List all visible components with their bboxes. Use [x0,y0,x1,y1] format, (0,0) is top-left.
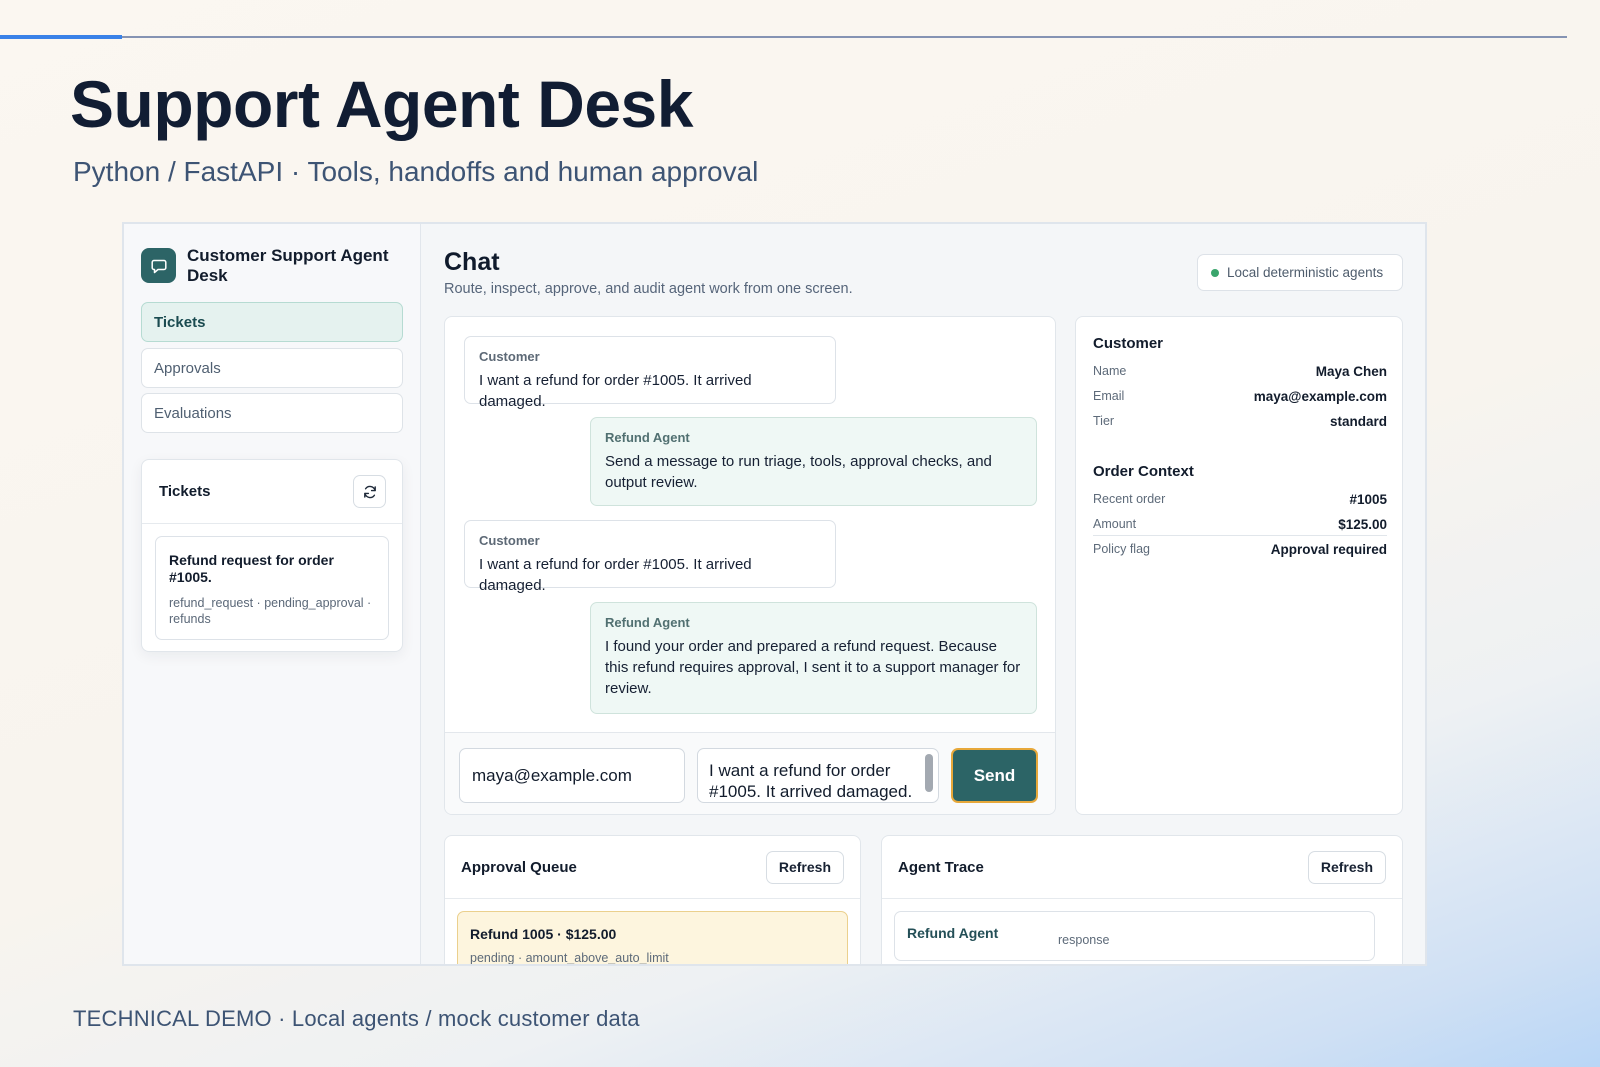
message-role: Refund Agent [605,615,690,630]
agent-trace-title: Agent Trace [898,858,984,876]
customer-panel: Customer Name Maya Chen Email maya@example… [1075,316,1403,815]
chat-composer: I want a refund for order #1005. It arri… [445,732,1055,814]
message-input-scrollbar[interactable] [925,754,933,792]
field-value: maya@example.com [1253,388,1387,404]
ticket-meta: refund_request · pending_approval · refu… [169,596,372,626]
order-section-title: Order Context [1093,463,1194,480]
message-text: I want a refund for order #1005. It arri… [479,556,752,594]
approval-item-meta: pending · amount_above_auto_limit [470,951,669,965]
approval-queue-title: Approval Queue [461,858,577,876]
field-value: Maya Chen [1315,363,1387,379]
approval-queue-panel: Approval Queue Refresh Refund 1005 · $12… [444,835,861,965]
agent-trace-header: Agent Trace Refresh [882,836,1402,899]
email-field[interactable] [459,748,685,803]
field-value: Approval required [1270,541,1387,557]
order-field-policy: Policy flag Approval required [1093,540,1387,558]
trace-refresh-button[interactable]: Refresh [1307,850,1386,884]
field-label: Tier [1093,414,1115,428]
chat-message-customer: Customer I want a refund for order #1005… [464,336,836,410]
approval-item-title: Refund 1005 · $125.00 [470,926,617,942]
customer-field-name: Name Maya Chen [1093,362,1387,380]
trace-agent: Refund Agent [907,925,999,941]
field-value: $125.00 [1338,516,1387,532]
divider [1093,535,1387,536]
message-text: I found your order and prepared a refund… [605,638,1021,697]
refresh-tickets-button[interactable] [353,475,386,508]
brand: Customer Support Agent Desk [141,246,402,286]
chat-message-agent: Refund Agent Send a message to run triag… [590,417,1037,506]
refresh-icon [363,485,376,498]
message-role: Customer [479,349,540,364]
field-value: #1005 [1349,491,1387,507]
field-label: Amount [1093,517,1137,531]
app-window: Customer Support Agent Desk Tickets Appr… [122,222,1427,966]
status-dot-icon [1211,268,1219,277]
top-rule-accent [0,35,122,39]
customer-field-email: Email maya@example.com [1093,387,1387,405]
nav-evaluations[interactable]: Evaluations [141,393,403,433]
nav-approvals[interactable]: Approvals [141,348,403,388]
brand-name: Customer Support Agent Desk [187,246,389,285]
trace-type: response [1058,933,1110,947]
customer-field-tier: Tier standard [1093,412,1387,430]
message-text: I want a refund for order #1005. It arri… [479,372,752,410]
ticket-item[interactable]: Refund request for order #1005. refund_r… [155,536,389,640]
message-input[interactable]: I want a refund for order #1005. It arri… [697,748,939,803]
chat-subtitle: Route, inspect, approve, and audit agent… [444,281,853,297]
approval-item[interactable]: Refund 1005 · $125.00 pending · amount_a… [457,911,848,965]
chat-message-agent: Refund Agent I found your order and prep… [590,602,1037,714]
slide-title: Support Agent Desk [70,67,693,141]
message-text: Send a message to run triage, tools, app… [605,453,992,491]
trace-item[interactable]: Refund Agent response [894,911,1375,961]
sidebar: Customer Support Agent Desk Tickets Appr… [124,224,421,964]
order-field-amount: Amount $125.00 [1093,515,1387,533]
tickets-card: Tickets Refund request for order #1005. … [141,459,403,652]
order-field-recent: Recent order #1005 [1093,490,1387,508]
send-button[interactable]: Send [951,748,1038,803]
chat-message-customer: Customer I want a refund for order #1005… [464,520,836,594]
field-label: Policy flag [1093,542,1150,556]
message-input-text: I want a refund for order #1005. It arri… [709,761,913,801]
top-rule [0,35,1567,39]
status-badge-label: Local deterministic agents [1227,265,1384,280]
slide-footer: TECHNICAL DEMO · Local agents / mock cus… [73,1006,640,1031]
field-label: Email [1093,389,1125,403]
chat-bubble-icon [141,248,176,283]
nav-tickets[interactable]: Tickets [141,302,403,342]
customer-section-title: Customer [1093,335,1164,352]
chat-panel: Customer I want a refund for order #1005… [444,316,1056,815]
approval-queue-header: Approval Queue Refresh [445,836,860,899]
tickets-card-title: Tickets [159,483,211,500]
message-role: Refund Agent [605,430,690,445]
status-badge: Local deterministic agents [1197,254,1403,291]
chat-title: Chat [444,248,500,276]
field-label: Name [1093,364,1127,378]
field-label: Recent order [1093,492,1166,506]
tickets-card-header: Tickets [142,460,402,524]
ticket-title: Refund request for order #1005. [169,552,334,585]
approval-refresh-button[interactable]: Refresh [765,850,844,884]
field-value: standard [1329,413,1387,429]
slide-subtitle: Python / FastAPI · Tools, handoffs and h… [73,156,759,187]
agent-trace-panel: Agent Trace Refresh Refund Agent respons… [881,835,1403,964]
message-role: Customer [479,533,540,548]
